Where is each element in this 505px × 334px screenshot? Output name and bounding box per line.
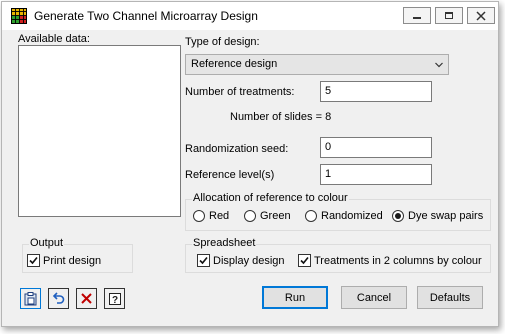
type-of-design-label: Type of design: [185, 36, 260, 48]
radio-red-label: Red [209, 210, 230, 222]
output-group-title: Output [29, 237, 65, 249]
number-of-slides-text: Number of slides = 8 [230, 111, 332, 123]
print-design-checkbox[interactable]: Print design [27, 254, 101, 267]
clear-button[interactable] [76, 288, 97, 309]
print-design-label: Print design [43, 254, 102, 267]
checkmark-icon [29, 256, 38, 265]
type-of-design-select[interactable]: Reference design [185, 54, 449, 75]
reference-levels-field[interactable]: 1 [320, 164, 432, 185]
available-data-list[interactable] [18, 45, 181, 217]
print-design-check [27, 254, 40, 267]
chevron-down-icon [435, 62, 443, 68]
radio-red[interactable]: Red [193, 210, 229, 222]
radio-green-circle [244, 210, 256, 222]
number-of-treatments-field[interactable]: 5 [320, 81, 432, 102]
close-button[interactable] [467, 7, 495, 24]
svg-text:?: ? [111, 295, 117, 306]
display-design-check [197, 254, 210, 267]
minimize-icon [413, 17, 421, 19]
checkmark-icon [300, 256, 309, 265]
help-icon: ? [108, 292, 121, 306]
two-columns-label: Treatments in 2 columns by colour [314, 254, 482, 267]
run-button[interactable]: Run [262, 286, 328, 309]
maximize-button[interactable] [435, 7, 463, 24]
radio-red-circle [193, 210, 205, 222]
randomization-seed-label: Randomization seed: [185, 143, 289, 155]
defaults-button[interactable]: Defaults [417, 286, 483, 309]
cancel-button[interactable]: Cancel [341, 286, 407, 309]
undo-button[interactable] [48, 288, 69, 309]
radio-randomized[interactable]: Randomized [305, 210, 383, 222]
number-of-treatments-label: Number of treatments: [185, 86, 295, 98]
randomization-seed-field[interactable]: 0 [320, 137, 432, 158]
radio-randomized-circle [305, 210, 317, 222]
undo-icon [52, 292, 65, 304]
two-columns-check [298, 254, 311, 267]
copy-to-clipboard-button[interactable] [20, 288, 41, 309]
reference-levels-label: Reference level(s) [185, 169, 275, 181]
radio-randomized-label: Randomized [321, 210, 383, 222]
display-design-label: Display design [213, 254, 285, 267]
help-button[interactable]: ? [104, 288, 125, 309]
dialog-window: Generate Two Channel Microarray Design A… [1, 1, 499, 327]
allocation-group-title: Allocation of reference to colour [192, 192, 349, 204]
radio-green[interactable]: Green [244, 210, 291, 222]
checkmark-icon [199, 256, 208, 265]
copy-to-clipboard-icon [24, 292, 37, 306]
minimize-button[interactable] [403, 7, 431, 24]
clear-icon [81, 293, 92, 304]
radio-dye-swap-pairs-label: Dye swap pairs [408, 210, 484, 222]
app-icon [11, 8, 27, 24]
two-columns-checkbox[interactable]: Treatments in 2 columns by colour [298, 254, 482, 267]
available-data-label: Available data: [18, 33, 90, 45]
radio-selected-dot [395, 213, 401, 219]
close-icon [476, 10, 486, 21]
radio-green-label: Green [260, 210, 291, 222]
spreadsheet-group-title: Spreadsheet [192, 237, 257, 249]
title-bar[interactable]: Generate Two Channel Microarray Design [2, 2, 498, 30]
type-of-design-value: Reference design [191, 58, 278, 70]
maximize-icon [445, 12, 453, 19]
radio-dye-swap-pairs-circle [392, 210, 404, 222]
radio-dye-swap-pairs[interactable]: Dye swap pairs [392, 210, 483, 222]
display-design-checkbox[interactable]: Display design [197, 254, 285, 267]
window-title: Generate Two Channel Microarray Design [34, 9, 258, 23]
